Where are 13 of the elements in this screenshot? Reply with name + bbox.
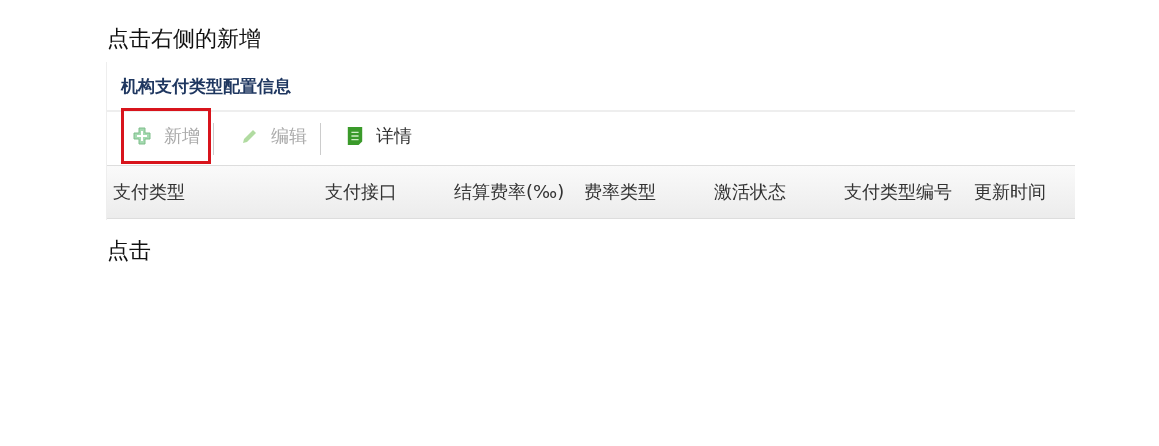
column-header: 支付类型编号 <box>843 180 953 204</box>
panel-title: 机构支付类型配置信息 <box>121 74 291 98</box>
column-header: 支付类型 <box>112 180 186 204</box>
column-header: 支付接口 <box>324 180 398 204</box>
column-header: 费率类型 <box>583 180 657 204</box>
column-header: 激活状态 <box>713 180 787 204</box>
column-header: 结算费率(‰) <box>453 180 566 204</box>
toolbar-button[interactable]: 详情 <box>335 107 423 164</box>
paragraph: 点击 <box>107 237 152 265</box>
paragraph: 点击右侧的新增 <box>107 25 262 53</box>
document-icon <box>346 124 364 147</box>
column-header: 更新时间 <box>973 180 1047 204</box>
plus-icon <box>132 125 152 146</box>
